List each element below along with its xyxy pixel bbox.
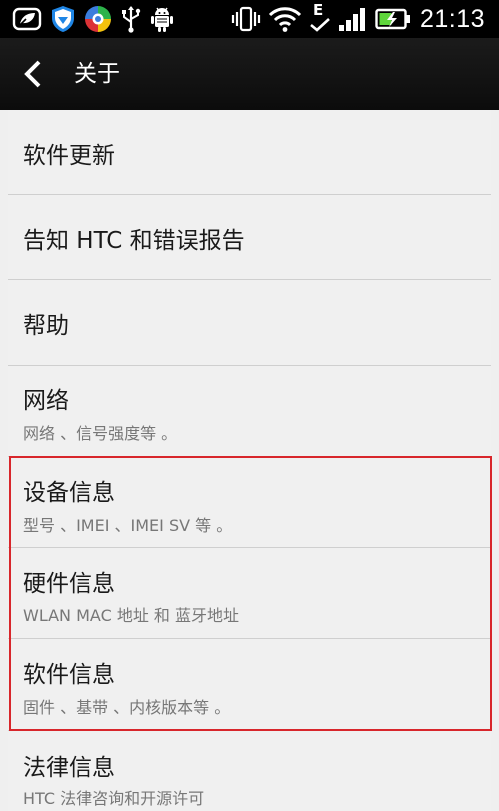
battery-charging-icon [375,8,410,30]
list-item-title: 硬件信息 [23,571,115,597]
list-item-subtitle: 网络 、信号强度等 。 [23,424,178,443]
notification-icon [12,7,42,31]
list-item-title: 网络 [23,388,69,414]
android-debug-icon [151,7,173,32]
list-item-title: 帮助 [23,313,69,339]
browser-icon [85,6,111,32]
list-item-title: 软件更新 [23,143,115,169]
list-item-htc-error-report[interactable]: 告知 HTC 和错误报告 [8,195,491,280]
vibrate-icon [231,6,261,32]
list-item-software-info[interactable]: 软件信息 固件 、基带 、内核版本等 。 [8,639,491,731]
notification-icons [12,4,174,34]
data-e-icon: E [309,1,331,34]
list-item-subtitle: 型号 、IMEI 、IMEI SV 等 。 [23,516,233,535]
list-item-device-info[interactable]: 设备信息 型号 、IMEI 、IMEI SV 等 。 [8,457,491,548]
list-item-network[interactable]: 网络 网络 、信号强度等 。 [8,366,491,457]
list-item-subtitle: WLAN MAC 地址 和 蓝牙地址 [23,606,240,625]
list-item-help[interactable]: 帮助 [8,280,491,366]
list-item-title: 法律信息 [23,755,115,781]
wifi-icon [268,7,302,32]
about-settings-list: 软件更新 告知 HTC 和错误报告 帮助 网络 网络 、信号强度等 。 设备信息… [8,110,491,811]
list-item-title: 软件信息 [23,662,115,688]
signal-icon [338,8,365,31]
screen: E 21:13 关于 软件更新 告知 HTC 和错误报告 帮助 网络 网络 、信… [0,0,499,811]
back-button[interactable] [0,38,66,110]
status-bar: E 21:13 [0,0,499,38]
usb-icon [122,6,141,33]
shield-icon [52,6,74,32]
action-bar: 关于 [0,38,499,110]
list-item-title: 设备信息 [23,480,115,506]
list-item-legal-info[interactable]: 法律信息 HTC 法律咨询和开源许可 [8,731,491,811]
page-title: 关于 [74,61,120,87]
system-icons: E 21:13 [231,1,485,34]
list-item-subtitle: HTC 法律咨询和开源许可 [23,789,205,808]
list-item-title: 告知 HTC 和错误报告 [23,228,245,254]
list-item-subtitle: 固件 、基带 、内核版本等 。 [23,698,231,717]
chevron-left-icon [24,60,41,88]
network-type-label: E [312,1,324,19]
status-time: 21:13 [419,5,485,33]
list-item-software-update[interactable]: 软件更新 [8,110,491,195]
list-item-hardware-info[interactable]: 硬件信息 WLAN MAC 地址 和 蓝牙地址 [8,548,491,639]
